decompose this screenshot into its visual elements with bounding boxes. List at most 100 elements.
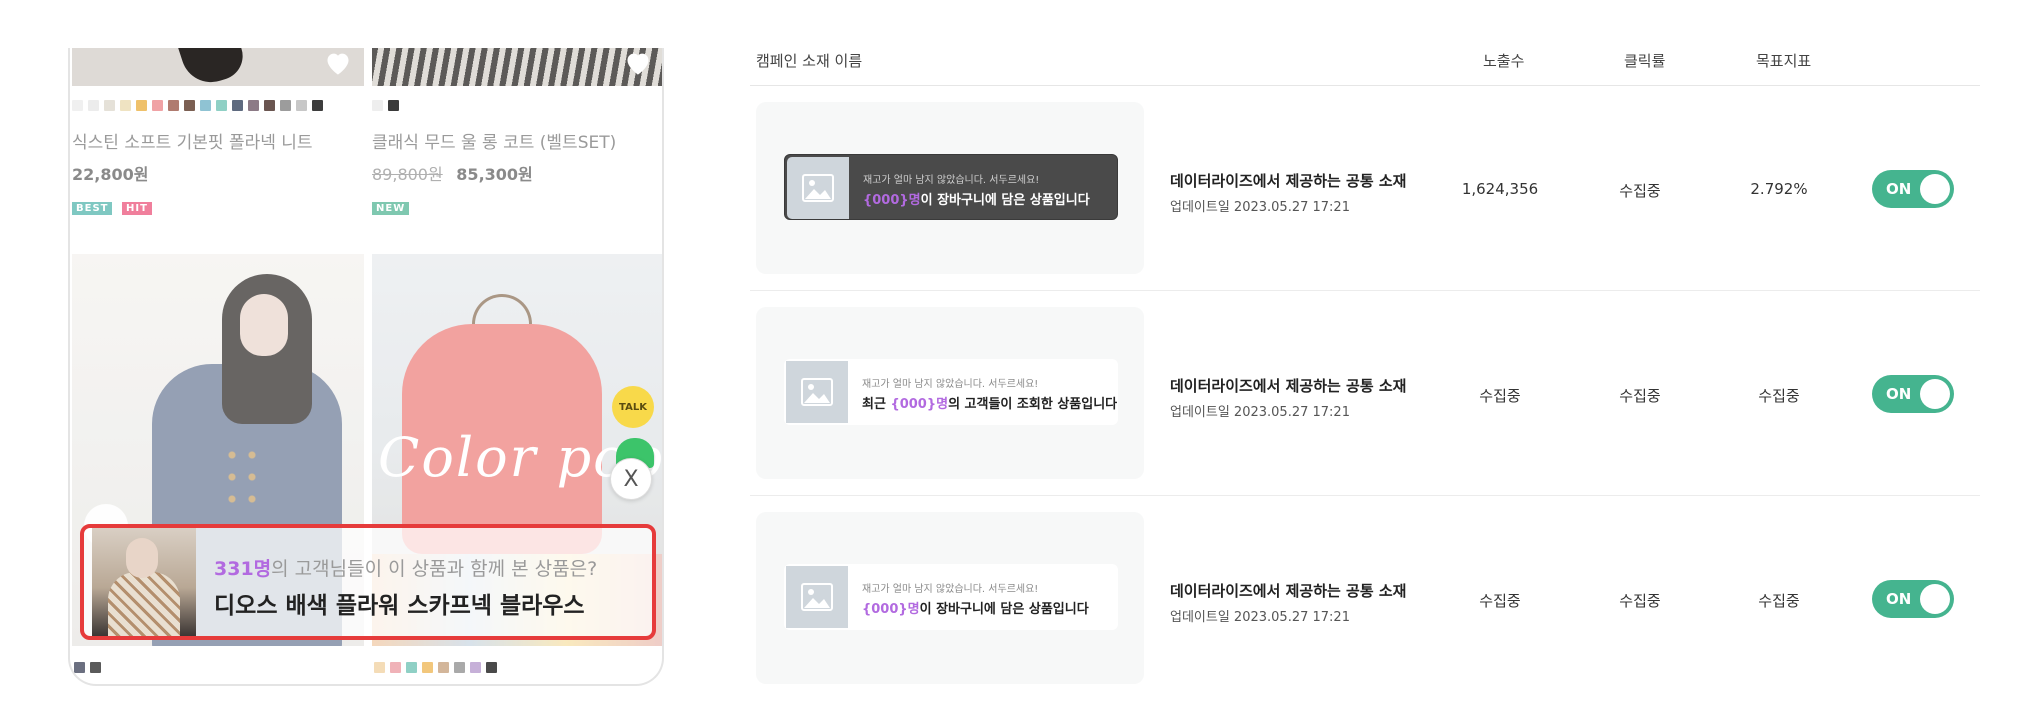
asset-banner-preview: 재고가 얼마 남지 않았습니다. 서두르세요! {000}명이 장바구니에 담은… <box>784 154 1118 220</box>
asset-title[interactable]: 데이터라이즈에서 제공하는 공통 소재 <box>1170 170 1406 191</box>
popup-message-rest: 의 고객님들이 이 상품과 함께 본 상품은? <box>271 558 598 580</box>
original-price: 89,800원 <box>372 165 443 184</box>
asset-updated-date: 업데이트일 2023.05.27 17:21 <box>1170 610 1350 625</box>
product-price: 22,800원 <box>72 161 148 185</box>
banner-main-text: {000}명이 장바구니에 담은 상품입니다 <box>862 598 1089 617</box>
color-swatches <box>74 662 101 673</box>
kakao-talk-button[interactable]: TALK <box>612 386 654 428</box>
asset-preview-card[interactable]: 재고가 얼마 남지 않았습니다. 서두르세요! {000}명이 장바구니에 담은… <box>756 102 1144 274</box>
product-name[interactable]: 클래식 무드 울 롱 코트 (벨트SET) <box>372 128 616 153</box>
product-card[interactable]: 클래식 무드 울 롱 코트 (벨트SET) 89,800원 85,300원 NE… <box>372 48 662 248</box>
asset-preview-card[interactable]: 재고가 얼마 남지 않았습니다. 서두르세요! 최근 {000}명의 고객들이 … <box>756 307 1144 479</box>
color-swatches <box>372 100 399 111</box>
badge-best: BEST <box>72 202 113 215</box>
color-swatch <box>136 100 147 111</box>
color-swatch <box>454 662 465 673</box>
asset-preview-card[interactable]: 재고가 얼마 남지 않았습니다. 서두르세요! {000}명이 장바구니에 담은… <box>756 512 1144 684</box>
color-swatch <box>372 100 383 111</box>
color-swatch <box>88 100 99 111</box>
color-swatch <box>248 100 259 111</box>
toggle-knob <box>1920 379 1950 409</box>
banner-subtext: 재고가 얼마 남지 않았습니다. 서두르세요! <box>862 584 1039 595</box>
product-price-value: 85,300원 <box>456 165 533 184</box>
toggle-knob <box>1920 174 1950 204</box>
asset-updated-date: 업데이트일 2023.05.27 17:21 <box>1170 200 1350 215</box>
color-swatches <box>72 100 323 111</box>
goal-value: 수집중 <box>1758 592 1800 610</box>
banner-main-text: {000}명이 장바구니에 담은 상품입니다 <box>863 189 1090 208</box>
badge-hit: HIT <box>122 202 152 215</box>
campaign-asset-table: 캠페인 소재 이름 노출수 클릭률 목표지표 재고가 얼마 남지 않았습니다. … <box>750 38 1980 684</box>
color-swatch <box>296 100 307 111</box>
table-header: 캠페인 소재 이름 노출수 클릭률 목표지표 <box>750 38 1980 86</box>
color-swatch <box>232 100 243 111</box>
popup-product-name[interactable]: 디오스 배색 플라워 스카프넥 블라우스 <box>214 586 585 620</box>
header-ctr: 클릭률 <box>1624 52 1666 70</box>
status-toggle[interactable]: ON <box>1872 580 1954 618</box>
banner-main-text: 최근 {000}명의 고객들이 조회한 상품입니다 <box>862 393 1117 412</box>
color-swatch <box>200 100 211 111</box>
status-toggle[interactable]: ON <box>1872 170 1954 208</box>
banner-subtext: 재고가 얼마 남지 않았습니다. 서두르세요! <box>862 379 1039 390</box>
asset-banner-preview: 재고가 얼마 남지 않았습니다. 서두르세요! 최근 {000}명의 고객들이 … <box>784 359 1118 425</box>
status-toggle[interactable]: ON <box>1872 375 1954 413</box>
toggle-knob <box>1920 584 1950 614</box>
color-swatch <box>168 100 179 111</box>
color-swatch <box>104 100 115 111</box>
color-swatch <box>312 100 323 111</box>
color-swatch <box>152 100 163 111</box>
toggle-label: ON <box>1886 180 1912 198</box>
banner-prefix: 최근 <box>862 397 891 412</box>
banner-suffix: 의 고객들이 조회한 상품입니다 <box>948 397 1118 412</box>
heart-icon[interactable] <box>324 50 352 76</box>
product-price: 89,800원 85,300원 <box>372 161 533 185</box>
table-row[interactable]: 재고가 얼마 남지 않았습니다. 서두르세요! 최근 {000}명의 고객들이 … <box>750 291 1980 496</box>
mobile-shop-preview: 식스틴 소프트 기본핏 폴라넥 니트 22,800원 BEST HIT 클래식 … <box>68 48 664 686</box>
banner-suffix: 이 장바구니에 담은 상품입니다 <box>920 193 1090 208</box>
color-swatch <box>90 662 101 673</box>
goal-value: 2.792% <box>1750 180 1808 198</box>
banner-placeholder: {000}명 <box>862 602 920 617</box>
popup-product-thumbnail[interactable] <box>92 528 196 636</box>
color-swatch <box>388 100 399 111</box>
color-swatch <box>374 662 385 673</box>
product-price-value: 22,800원 <box>72 165 149 184</box>
impressions-value: 수집중 <box>1479 387 1521 405</box>
table-row[interactable]: 재고가 얼마 남지 않았습니다. 서두르세요! {000}명이 장바구니에 담은… <box>750 86 1980 291</box>
ctr-value: 수집중 <box>1619 182 1661 200</box>
asset-title[interactable]: 데이터라이즈에서 제공하는 공통 소재 <box>1170 375 1406 396</box>
product-name[interactable]: 식스틴 소프트 기본핏 폴라넥 니트 <box>72 128 313 153</box>
close-popup-button[interactable]: X <box>610 458 652 500</box>
ctr-value: 수집중 <box>1619 387 1661 405</box>
product-card[interactable]: 식스틴 소프트 기본핏 폴라넥 니트 22,800원 BEST HIT <box>72 48 364 248</box>
ctr-value: 수집중 <box>1619 592 1661 610</box>
image-placeholder-icon <box>786 361 848 423</box>
recommendation-popup[interactable]: 331명의 고객님들이 이 상품과 함께 본 상품은? 디오스 배색 플라워 스… <box>80 524 656 640</box>
color-swatch <box>390 662 401 673</box>
color-swatch <box>406 662 417 673</box>
badge-new: NEW <box>372 202 410 215</box>
toggle-label: ON <box>1886 385 1912 403</box>
impressions-value: 1,624,356 <box>1461 180 1539 198</box>
color-swatch <box>438 662 449 673</box>
color-swatch <box>280 100 291 111</box>
product-image[interactable] <box>72 48 364 86</box>
popup-message: 331명의 고객님들이 이 상품과 함께 본 상품은? <box>214 554 597 581</box>
impressions-value: 수집중 <box>1479 592 1521 610</box>
heart-icon[interactable] <box>624 50 652 76</box>
color-swatch <box>72 100 83 111</box>
goal-value: 수집중 <box>1758 387 1800 405</box>
viewer-count: 331명 <box>214 558 272 580</box>
color-swatches <box>374 662 497 673</box>
asset-title[interactable]: 데이터라이즈에서 제공하는 공통 소재 <box>1170 580 1406 601</box>
asset-banner-preview: 재고가 얼마 남지 않았습니다. 서두르세요! {000}명이 장바구니에 담은… <box>784 564 1118 630</box>
product-image[interactable] <box>372 48 662 86</box>
color-swatch <box>120 100 131 111</box>
image-placeholder-icon <box>787 157 849 219</box>
color-swatch <box>184 100 195 111</box>
table-row[interactable]: 재고가 얼마 남지 않았습니다. 서두르세요! {000}명이 장바구니에 담은… <box>750 496 1980 701</box>
banner-placeholder: {000}명 <box>863 193 921 208</box>
banner-placeholder: {000}명 <box>890 397 949 412</box>
toggle-label: ON <box>1886 590 1912 608</box>
banner-subtext: 재고가 얼마 남지 않았습니다. 서두르세요! <box>863 175 1040 186</box>
